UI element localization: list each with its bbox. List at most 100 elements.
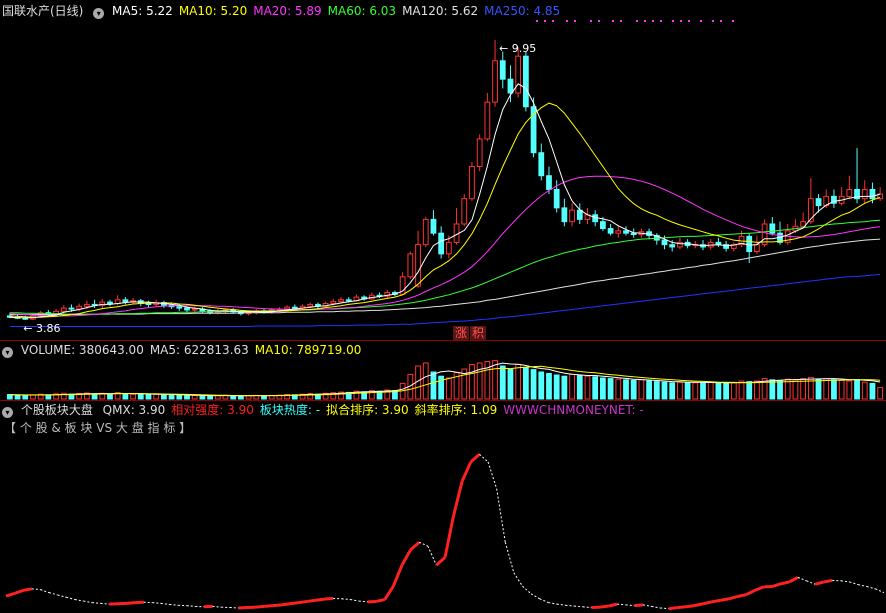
qmx-segment-falling [651,605,661,609]
qmx-segment-rising [460,461,473,482]
volume-bar [30,394,36,400]
marker-dot [590,20,592,22]
ma-legend-item-2: MA20: 5.89 [253,4,322,18]
indicator-legend: QMX: 3.90 相对强度: 3.90 板块热度: - 拟合排序: 3.90 斜率排序… [103,403,650,417]
indicator-chart[interactable] [0,435,886,613]
candle-up [407,253,414,278]
price-chart[interactable]: ← 9.95 ← 3.86 [0,18,886,340]
candle-down [546,175,552,190]
qmx-segment-falling [556,603,566,606]
volume-bar [838,379,845,400]
volume-bar [107,393,113,400]
qmx-segment-rising [780,580,790,586]
volume-bar [677,381,683,400]
qmx-segment-falling [479,453,489,463]
volume-bar [122,393,129,400]
indicator-legend-item-4: 斜率排序: 1.09 [414,403,498,417]
volume-bar [530,369,537,400]
qmx-segment-falling [858,584,867,588]
qmx-segment-rising [634,603,644,608]
candle-down [661,239,668,246]
volume-bar [168,394,175,400]
qmx-segment-falling [427,545,437,566]
qmx-segment-falling [169,604,179,606]
volume-chart[interactable] [0,358,886,400]
candle-down [507,78,514,94]
qmx-segment-rising [788,576,799,584]
marker-dot [598,20,600,22]
volume-bar [430,371,437,400]
volume-bar [176,394,183,400]
qmx-segment-rising [668,606,678,611]
qmx-segment-rising [375,598,386,603]
volume-bar [569,373,575,400]
qmx-segment-rising [694,602,704,608]
qmx-segment-falling [582,606,592,609]
volume-bar [730,382,737,400]
limit-up-badge: 涨积 [453,326,487,340]
marker-dot [672,20,674,22]
candle-down [623,230,629,234]
candle-up [422,218,429,246]
qmx-segment-falling [48,592,58,596]
marker-dot [620,20,622,22]
candle-up [191,308,198,311]
candle-down [107,301,113,304]
ma-legend-item-0: MA5: 5.22 [112,4,173,18]
qmx-segment-rising [383,585,395,601]
volume-bar [422,362,429,400]
candle-up [338,299,344,303]
qmx-segment-falling [617,603,626,606]
candle-down [176,306,183,309]
volume-bar [615,378,622,400]
volume-legend-item-1: MA5: 622813.63 [149,343,249,357]
qmx-segment-rising [409,541,421,551]
volume-bar [831,379,837,400]
marker-dot [612,20,614,22]
high-price-label: ← 9.95 [499,42,536,55]
qmx-segment-falling [74,599,84,602]
candle-down [345,299,352,302]
qmx-segment-rising [737,593,747,598]
qmx-segment-falling [487,461,498,489]
qmx-segment-rising [272,603,282,608]
qmx-segment-falling [642,604,652,607]
candle-up [445,241,452,255]
candle-up [754,244,760,253]
candle-up [492,60,498,103]
volume-bar [91,393,98,400]
qmx-segment-falling [66,596,75,601]
qmx-segment-rising [608,602,618,608]
candle-down [499,60,506,80]
volume-bar [707,381,714,400]
volume-bar [522,367,529,400]
volume-bar [576,375,583,400]
candle-up [846,188,853,197]
candle-down [669,244,676,248]
marker-dot [552,20,554,22]
volume-bar [153,393,160,400]
marker-dot [566,20,568,22]
qmx-segment-falling [418,541,428,547]
marker-dot [636,20,638,22]
qmx-segment-rising [289,601,299,606]
volume-bar [700,382,706,400]
indicator-panel-collapse-icon[interactable]: ▾ [2,407,13,418]
indicator-subtitle: 【 个 股 & 板 块 VS 大 盘 指 标 】 [4,421,192,435]
volume-bar [746,381,753,400]
volume-panel-collapse-icon[interactable]: ▾ [2,347,13,358]
candle-up [461,198,468,225]
volume-bar [646,380,652,400]
qmx-segment-falling [840,580,850,583]
qmx-segment-falling [806,580,816,585]
volume-bar [684,382,691,400]
volume-bar [261,395,267,400]
candle-down [561,207,568,223]
volume-bar [653,381,660,400]
qmx-segment-rising [720,597,730,602]
qmx-segment-falling [504,542,515,573]
indicator-legend-item-2: 板块热度: - [259,403,321,417]
volume-bar [199,395,206,400]
qmx-segment-falling [539,598,549,604]
volume-bar [499,365,506,400]
